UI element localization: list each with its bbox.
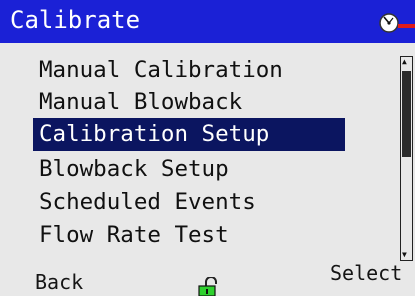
scroll-thumb[interactable] <box>402 71 411 157</box>
select-softkey[interactable]: Select <box>330 260 402 286</box>
menu-item-manual-calibration[interactable]: Manual Calibration <box>33 54 345 87</box>
scroll-down-arrow-icon[interactable]: ▼ <box>402 251 407 259</box>
scrollbar[interactable]: ▲ ▼ <box>400 56 413 261</box>
menu-item-blowback-setup[interactable]: Blowback Setup <box>33 153 345 186</box>
title-bar: Calibrate <box>0 0 415 43</box>
unlocked-padlock-icon <box>198 277 217 296</box>
menu-item-flow-rate-test[interactable]: Flow Rate Test <box>33 219 345 252</box>
menu-item-manual-blowback[interactable]: Manual Blowback <box>33 86 345 119</box>
menu-item-scheduled-events[interactable]: Scheduled Events <box>33 186 345 219</box>
calibrate-screen: Calibrate Manual Calibration Manual Blow… <box>0 0 415 296</box>
scroll-up-arrow-icon[interactable]: ▲ <box>402 58 407 66</box>
menu-item-calibration-setup[interactable]: Calibration Setup <box>33 118 345 151</box>
gauge-icon <box>379 13 415 33</box>
back-softkey[interactable]: Back <box>35 269 83 295</box>
page-title: Calibrate <box>10 6 141 34</box>
